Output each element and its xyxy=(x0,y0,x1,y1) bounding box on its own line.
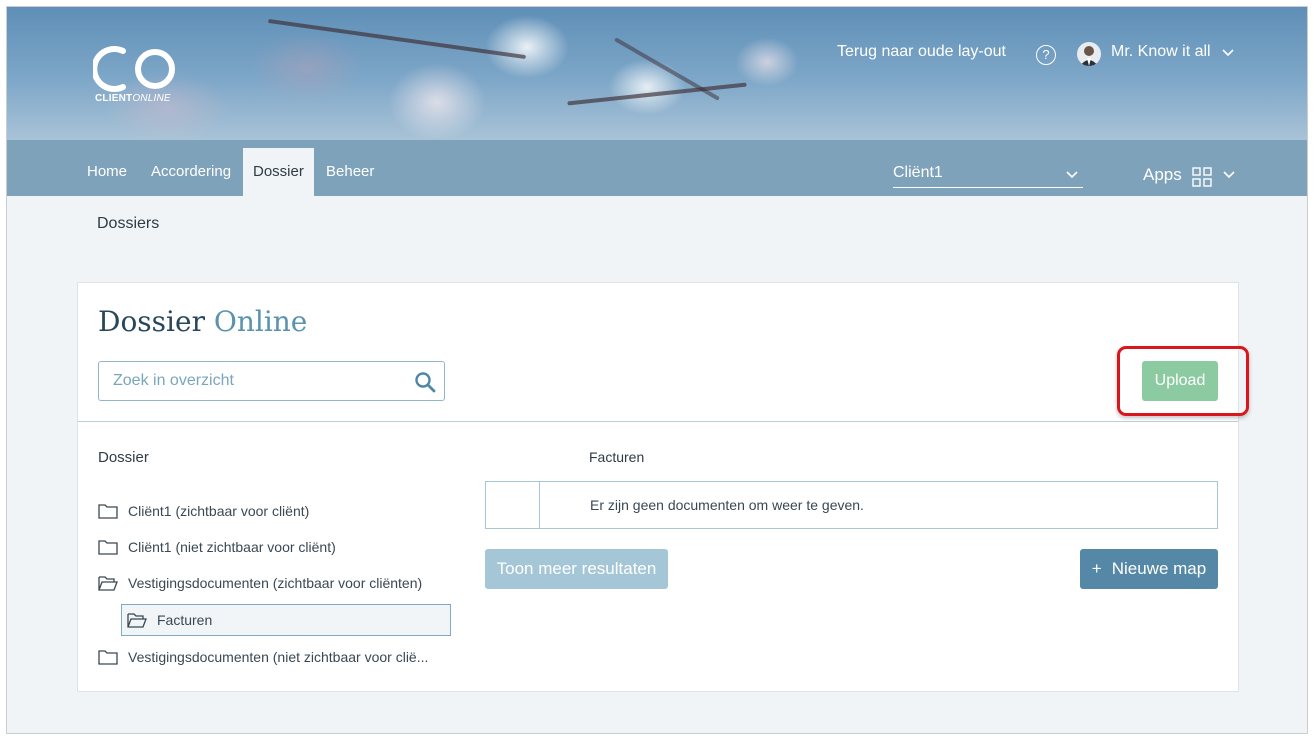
new-folder-button[interactable]: + Nieuwe map xyxy=(1080,549,1218,589)
folder-icon xyxy=(98,504,118,519)
highlight-box xyxy=(1117,346,1249,416)
client-select-value: Cliënt1 xyxy=(893,164,943,181)
chevron-down-icon[interactable] xyxy=(1222,170,1236,180)
browser-frame: CLIENTONLINE Terug naar oude lay-out ? M… xyxy=(6,6,1308,734)
tree-item-client1-visible[interactable]: Cliënt1 (zichtbaar voor cliënt) xyxy=(98,496,458,528)
tab-accordering[interactable]: Accordering xyxy=(141,148,241,196)
search-input[interactable] xyxy=(99,362,399,400)
tree-item-label: Cliënt1 (zichtbaar voor cliënt) xyxy=(128,503,310,519)
tab-beheer[interactable]: Beheer xyxy=(316,148,384,196)
folder-open-icon xyxy=(127,613,147,628)
page-title: Dossier Online xyxy=(98,305,308,338)
tree-item-label: Vestigingsdocumenten (niet zichtbaar voo… xyxy=(128,649,429,665)
tab-home[interactable]: Home xyxy=(77,148,137,196)
empty-state-message: Er zijn geen documenten om weer te geven… xyxy=(590,497,864,513)
tab-dossier[interactable]: Dossier xyxy=(243,148,314,196)
folder-open-icon xyxy=(98,576,118,591)
tree-item-label: Cliënt1 (niet zichtbaar voor cliënt) xyxy=(128,539,336,555)
divider xyxy=(78,421,1238,422)
tree-heading: Dossier xyxy=(98,449,149,466)
old-layout-link[interactable]: Terug naar oude lay-out xyxy=(837,43,1006,61)
plus-icon: + xyxy=(1091,559,1102,578)
logo-wordmark: CLIENTONLINE xyxy=(95,93,171,104)
tree-item-facturen[interactable]: Facturen xyxy=(121,604,451,636)
chevron-down-icon xyxy=(1066,171,1078,179)
new-folder-label: Nieuwe map xyxy=(1111,559,1207,578)
folder-icon xyxy=(98,540,118,555)
dossier-card: Dossier Online Upload Dossier Cliënt1 (z… xyxy=(77,282,1249,692)
tree-item-label: Facturen xyxy=(157,612,213,628)
tree-item-label: Vestigingsdocumenten (zichtbaar voor cli… xyxy=(128,575,423,591)
table-column-divider xyxy=(539,482,540,528)
chevron-down-icon[interactable] xyxy=(1221,45,1235,59)
folder-icon xyxy=(98,650,118,665)
search-icon[interactable] xyxy=(414,371,436,393)
tree-item-vestigingsdocumenten-hidden[interactable]: Vestigingsdocumenten (niet zichtbaar voo… xyxy=(98,642,458,674)
client-select[interactable]: Cliënt1 xyxy=(893,162,1083,188)
user-menu[interactable]: Mr. Know it all xyxy=(1111,43,1211,61)
breadcrumb[interactable]: Dossiers xyxy=(97,215,159,233)
main-nav: Home Accordering Dossier Beheer Cliënt1 … xyxy=(7,140,1307,196)
tree-item-client1-hidden[interactable]: Cliënt1 (niet zichtbaar voor cliënt) xyxy=(98,532,458,564)
search-field[interactable] xyxy=(98,361,445,401)
files-heading: Facturen xyxy=(589,449,645,465)
more-results-button[interactable]: Toon meer resultaten xyxy=(485,549,668,589)
tree-item-vestigingsdocumenten-visible[interactable]: Vestigingsdocumenten (zichtbaar voor cli… xyxy=(98,568,458,600)
apps-grid-icon[interactable] xyxy=(1192,167,1212,187)
avatar[interactable] xyxy=(1077,42,1101,66)
header-banner: CLIENTONLINE Terug naar oude lay-out ? M… xyxy=(7,7,1307,140)
help-icon[interactable]: ? xyxy=(1036,45,1056,65)
files-table: Er zijn geen documenten om weer te geven… xyxy=(485,481,1218,529)
apps-menu-label[interactable]: Apps xyxy=(1143,165,1182,185)
